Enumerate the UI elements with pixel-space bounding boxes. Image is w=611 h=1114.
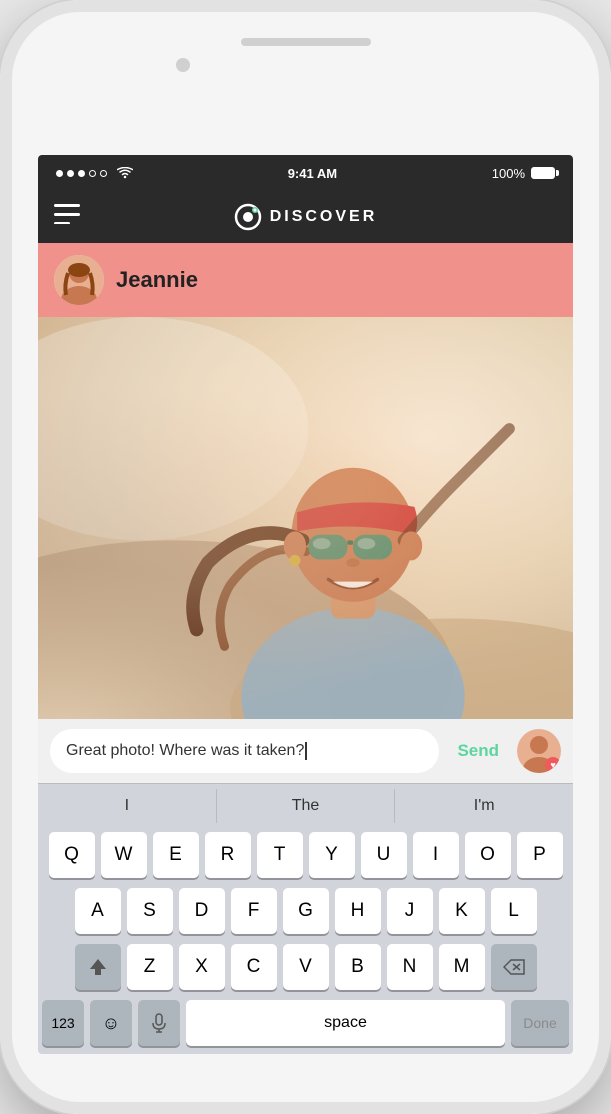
backspace-key[interactable] — [491, 944, 537, 990]
key-z[interactable]: Z — [127, 944, 173, 990]
status-time: 9:41 AM — [288, 166, 337, 181]
heart-badge: ♥ — [545, 757, 561, 773]
key-g[interactable]: G — [283, 888, 329, 934]
key-f[interactable]: F — [231, 888, 277, 934]
key-p[interactable]: P — [517, 832, 563, 878]
wifi-icon — [117, 167, 133, 179]
battery-icon — [531, 167, 555, 179]
message-text: Great photo! Where was it taken? — [66, 742, 304, 760]
camera-dot — [176, 58, 190, 72]
key-n[interactable]: N — [387, 944, 433, 990]
keyboard-bottom-row: 123 ☺ space Done — [38, 995, 573, 1054]
autocomplete-bar: I The I'm — [38, 783, 573, 827]
text-cursor — [305, 742, 307, 760]
battery-area: 100% — [492, 166, 555, 181]
phone-bottom — [0, 1054, 611, 1114]
battery-percentage: 100% — [492, 166, 525, 181]
key-u[interactable]: U — [361, 832, 407, 878]
key-i[interactable]: I — [413, 832, 459, 878]
key-k[interactable]: K — [439, 888, 485, 934]
key-b[interactable]: B — [335, 944, 381, 990]
key-m[interactable]: M — [439, 944, 485, 990]
send-button[interactable]: Send — [449, 741, 507, 761]
key-r[interactable]: R — [205, 832, 251, 878]
signal-dot-3 — [78, 170, 85, 177]
key-x[interactable]: X — [179, 944, 225, 990]
keyboard-row-1: Q W E R T Y U I O P — [38, 827, 573, 883]
key-y[interactable]: Y — [309, 832, 355, 878]
mic-key[interactable] — [138, 1000, 180, 1046]
screen: 9:41 AM 100% — [38, 155, 573, 1054]
message-input[interactable]: Great photo! Where was it taken? — [50, 729, 439, 773]
key-e[interactable]: E — [153, 832, 199, 878]
photo-overlay — [38, 317, 573, 719]
battery-fill — [532, 168, 554, 178]
key-o[interactable]: O — [465, 832, 511, 878]
shift-key[interactable] — [75, 944, 121, 990]
space-key[interactable]: space — [186, 1000, 505, 1046]
key-s[interactable]: S — [127, 888, 173, 934]
message-area: Great photo! Where was it taken? Send ♥ — [38, 719, 573, 783]
menu-icon[interactable] — [54, 204, 80, 230]
key-l[interactable]: L — [491, 888, 537, 934]
profile-photo — [38, 317, 573, 719]
signal-dot-1 — [56, 170, 63, 177]
num-key[interactable]: 123 — [42, 1000, 84, 1046]
key-v[interactable]: V — [283, 944, 329, 990]
app-logo-icon — [234, 203, 262, 231]
nav-title: DISCOVER — [270, 208, 378, 226]
key-a[interactable]: A — [75, 888, 121, 934]
autocomplete-item-1[interactable]: I — [38, 789, 217, 823]
keyboard-row-3: Z X C V B N M — [38, 939, 573, 995]
my-avatar: ♥ — [517, 729, 561, 773]
autocomplete-item-2[interactable]: The — [217, 789, 396, 823]
user-name: Jeannie — [116, 267, 198, 293]
key-q[interactable]: Q — [49, 832, 95, 878]
speaker-grill — [241, 38, 371, 46]
signal-dot-2 — [67, 170, 74, 177]
phone-top-bar — [0, 0, 611, 155]
signal-dot-5 — [100, 170, 107, 177]
status-bar: 9:41 AM 100% — [38, 155, 573, 191]
autocomplete-item-3[interactable]: I'm — [395, 789, 573, 823]
phone-frame: 9:41 AM 100% — [0, 0, 611, 1114]
key-c[interactable]: C — [231, 944, 277, 990]
done-key[interactable]: Done — [511, 1000, 569, 1046]
key-j[interactable]: J — [387, 888, 433, 934]
key-d[interactable]: D — [179, 888, 225, 934]
keyboard-row-2: A S D F G H J K L — [38, 883, 573, 939]
emoji-key[interactable]: ☺ — [90, 1000, 132, 1046]
user-card-header: Jeannie — [38, 243, 573, 317]
keyboard: Q W E R T Y U I O P A S D F G H J K — [38, 827, 573, 1054]
signal-area — [56, 167, 133, 179]
nav-bar: DISCOVER — [38, 191, 573, 243]
user-avatar[interactable] — [54, 255, 104, 305]
nav-center: DISCOVER — [234, 203, 378, 231]
signal-dot-4 — [89, 170, 96, 177]
key-h[interactable]: H — [335, 888, 381, 934]
key-t[interactable]: T — [257, 832, 303, 878]
key-w[interactable]: W — [101, 832, 147, 878]
